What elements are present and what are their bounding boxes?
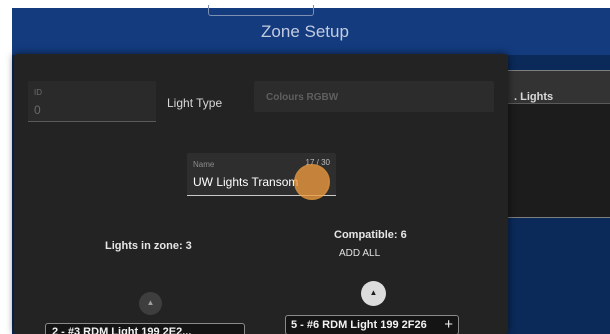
- add-all-button[interactable]: ADD ALL: [339, 248, 380, 259]
- id-field-value: 0: [34, 103, 41, 117]
- zone-light-item[interactable]: 2 - #3 RDM Light 199 2E2...: [45, 323, 245, 334]
- compatible-scroll-up-button[interactable]: ▲: [361, 281, 386, 306]
- compatible-heading: Compatible: 6: [334, 229, 407, 241]
- chevron-up-icon: ▲: [146, 298, 155, 307]
- background-lights-panel: . Lights: [497, 70, 610, 218]
- light-type-select[interactable]: Colours RGBW: [254, 81, 494, 112]
- zone-scroll-up-button[interactable]: ▲: [139, 292, 162, 315]
- background-panel-header: . Lights: [498, 71, 610, 104]
- lights-in-zone-heading: Lights in zone: 3: [105, 240, 192, 252]
- light-type-label: Light Type: [167, 96, 223, 110]
- zone-light-item-label: 2 - #3 RDM Light 199 2E2...: [52, 326, 192, 334]
- header-tab-outline: [208, 5, 314, 16]
- background-panel-label: . Lights: [514, 91, 554, 103]
- chevron-up-icon: ▲: [369, 288, 378, 297]
- compatible-light-item-label: 5 - #6 RDM Light 199 2F26: [291, 319, 427, 331]
- id-field[interactable]: ID 0: [28, 81, 156, 122]
- id-field-label: ID: [34, 88, 42, 97]
- add-light-icon[interactable]: +: [444, 316, 453, 333]
- compatible-light-item[interactable]: 5 - #6 RDM Light 199 2F26 +: [285, 315, 459, 334]
- light-type-value: Colours RGBW: [266, 92, 339, 103]
- cursor-indicator: [294, 164, 330, 200]
- page-title: Zone Setup: [261, 22, 349, 41]
- name-field-label: Name: [193, 160, 215, 169]
